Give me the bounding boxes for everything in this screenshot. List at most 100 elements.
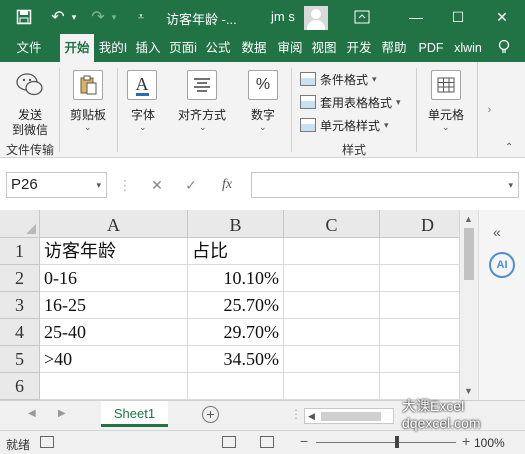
chevron-down-icon: ⌄: [199, 122, 207, 132]
number-button[interactable]: % 数字 ⌄: [241, 62, 285, 158]
row-header[interactable]: 2: [0, 265, 40, 292]
select-all-corner[interactable]: [0, 210, 40, 238]
cell-b2[interactable]: 10.10%: [188, 265, 284, 292]
row-header[interactable]: 1: [0, 238, 40, 265]
cell-c4[interactable]: [284, 319, 380, 346]
normal-view-icon[interactable]: [222, 436, 236, 448]
tab-insert[interactable]: 插入: [132, 34, 164, 62]
tab-file[interactable]: 文件: [8, 34, 50, 62]
ribbon-scroll-right-icon[interactable]: ›: [477, 62, 501, 158]
vertical-scrollbar[interactable]: ▲ ▼: [459, 210, 478, 400]
cell-a1[interactable]: 访客年龄: [40, 238, 188, 265]
redo-dropdown-icon[interactable]: ▾: [108, 0, 120, 34]
page-layout-view-icon[interactable]: [260, 436, 274, 448]
tab-home[interactable]: 开始: [60, 34, 94, 62]
name-box[interactable]: P26 ▾: [6, 172, 107, 198]
ribbon-separator: [291, 68, 292, 152]
cell-a5[interactable]: >40: [40, 346, 188, 373]
zoom-out-icon[interactable]: −: [300, 433, 308, 449]
expand-formula-icon[interactable]: ▾: [508, 173, 513, 197]
row-header[interactable]: 3: [0, 292, 40, 319]
table-format-button[interactable]: 套用表格格式 ▾: [300, 92, 401, 112]
zoom-slider[interactable]: [316, 442, 456, 443]
tab-page-layout[interactable]: 页面i: [166, 34, 200, 62]
column-header[interactable]: B: [188, 210, 284, 238]
tell-me-bulb-icon[interactable]: [495, 39, 513, 57]
scroll-thumb[interactable]: [464, 228, 474, 280]
accessibility-icon[interactable]: [40, 436, 54, 448]
cell-a4[interactable]: 25-40: [40, 319, 188, 346]
cell-c5[interactable]: [284, 346, 380, 373]
cell-c6[interactable]: [284, 373, 380, 400]
cell-c1[interactable]: [284, 238, 380, 265]
scroll-down-icon[interactable]: ▼: [464, 386, 473, 396]
row-header[interactable]: 5: [0, 346, 40, 373]
cell-b5[interactable]: 34.50%: [188, 346, 284, 373]
cell-b4[interactable]: 29.70%: [188, 319, 284, 346]
tab-my[interactable]: 我的I: [96, 34, 130, 62]
tab-view[interactable]: 视图: [308, 34, 340, 62]
row-header[interactable]: 6: [0, 373, 40, 400]
zoom-level[interactable]: 100%: [474, 436, 505, 450]
minimize-button[interactable]: —: [398, 0, 434, 34]
add-sheet-icon[interactable]: +: [202, 406, 219, 423]
close-button[interactable]: ✕: [484, 0, 520, 34]
worksheet-grid[interactable]: A B C D 1 2 3 4 5 6 访客年龄 占比 0-16 10.10% …: [0, 210, 478, 400]
prev-sheet-icon[interactable]: ◀: [28, 408, 36, 419]
cell-b3[interactable]: 25.70%: [188, 292, 284, 319]
scroll-up-icon[interactable]: ▲: [464, 214, 473, 224]
redo-icon[interactable]: ↷: [88, 0, 108, 34]
tab-review[interactable]: 审阅: [274, 34, 306, 62]
maximize-button[interactable]: ☐: [440, 0, 476, 34]
chevron-down-icon: ⌄: [139, 122, 147, 132]
next-sheet-icon[interactable]: ▶: [58, 408, 66, 419]
undo-icon[interactable]: ↶: [48, 0, 68, 34]
conditional-format-icon: [300, 72, 316, 86]
cell-a2[interactable]: 0-16: [40, 265, 188, 292]
customize-qat-icon[interactable]: ⩡: [134, 0, 148, 34]
enter-icon[interactable]: ✓: [180, 172, 202, 198]
ai-assistant-icon[interactable]: AI: [489, 252, 515, 278]
formula-input[interactable]: ▾: [251, 172, 519, 198]
cancel-icon[interactable]: ✕: [146, 172, 168, 198]
collapse-panel-icon[interactable]: «: [493, 224, 501, 240]
horizontal-scrollbar[interactable]: ◀: [304, 408, 394, 424]
tab-formulas[interactable]: 公式: [202, 34, 234, 62]
cell-c2[interactable]: [284, 265, 380, 292]
cell-b1[interactable]: 占比: [188, 238, 284, 265]
tab-data[interactable]: 数据: [238, 34, 270, 62]
row-header[interactable]: 4: [0, 319, 40, 346]
sheet-bar-grip-icon: ⋮: [290, 407, 302, 421]
avatar[interactable]: [304, 6, 328, 30]
status-text: 就绪: [6, 438, 31, 452]
tab-xlwin[interactable]: xlwin: [450, 34, 486, 62]
chevron-down-icon: ⌄: [442, 122, 450, 132]
clipboard-button[interactable]: 剪贴板 ⌄: [62, 62, 114, 158]
cells-button[interactable]: 单元格 ⌄: [420, 62, 472, 158]
ribbon-display-options-icon[interactable]: [344, 0, 380, 34]
font-button[interactable]: A 字体 ⌄: [121, 62, 165, 158]
save-icon[interactable]: [14, 0, 34, 34]
column-header[interactable]: C: [284, 210, 380, 238]
scroll-left-icon[interactable]: ◀: [308, 409, 315, 423]
cell-c3[interactable]: [284, 292, 380, 319]
cell-style-button[interactable]: 单元格样式 ▾: [300, 115, 389, 135]
collapse-ribbon-icon[interactable]: ⌃: [505, 142, 519, 154]
column-header[interactable]: A: [40, 210, 188, 238]
sheet-tab-sheet1[interactable]: Sheet1: [101, 401, 168, 427]
insert-function-icon[interactable]: fx: [216, 172, 238, 198]
document-title: 访客年龄 -...: [166, 12, 237, 27]
tab-help[interactable]: 帮助: [378, 34, 410, 62]
tab-pdf[interactable]: PDF: [414, 34, 448, 62]
undo-dropdown-icon[interactable]: ▾: [68, 0, 80, 34]
tab-developer[interactable]: 开发: [342, 34, 376, 62]
name-box-dropdown-icon[interactable]: ▾: [96, 173, 101, 197]
cell-a3[interactable]: 16-25: [40, 292, 188, 319]
conditional-format-button[interactable]: 条件格式 ▾: [300, 69, 377, 89]
horizontal-scroll-thumb[interactable]: [321, 412, 381, 421]
user-name[interactable]: jm s: [271, 9, 295, 24]
cell-b6[interactable]: [188, 373, 284, 400]
zoom-slider-knob[interactable]: [395, 436, 399, 448]
cell-a6[interactable]: [40, 373, 188, 400]
alignment-button[interactable]: 对齐方式 ⌄: [172, 62, 232, 158]
